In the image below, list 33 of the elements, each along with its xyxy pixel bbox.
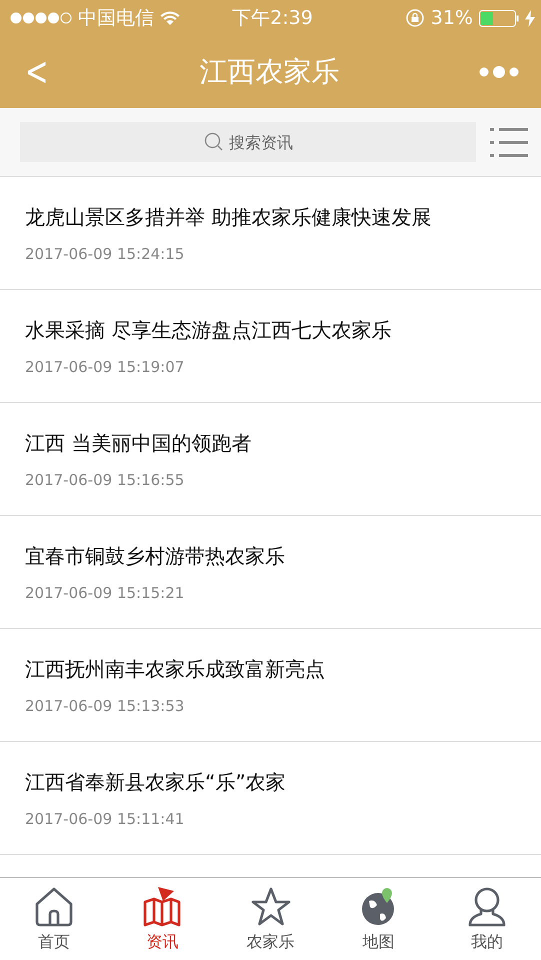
tab-label: 地图 (362, 932, 395, 952)
news-time: 2017-06-09 15:19:07 (25, 358, 186, 376)
news-item[interactable]: 江西抚州南丰农家乐成致富新亮点 2017-06-09 15:13:53 (0, 629, 541, 742)
news-item[interactable]: 江西 当美丽中国的领跑者 2017-06-09 15:16:55 (0, 403, 541, 516)
news-title: 水果采摘 尽享生态游盘点江西七大农家乐 (25, 316, 392, 344)
tab-item[interactable]: 我的 (432, 878, 541, 960)
tab-label: 我的 (470, 932, 503, 952)
tab-item[interactable]: 资讯 (108, 878, 216, 960)
news-item[interactable]: 宜春市铜鼓乡村游带热农家乐 2017-06-09 15:15:21 (0, 516, 541, 629)
tab-item[interactable]: 首页 (0, 878, 108, 960)
page-title: 江西农家乐 (199, 54, 340, 90)
news-item[interactable]: 龙虎山景区多措并举 助推农家乐健康快速发展 2017-06-09 15:24:15 (0, 177, 541, 290)
search-field[interactable]: 搜索资讯 (20, 122, 476, 162)
tab-item[interactable]: 地图 (324, 878, 433, 960)
news-title: 江西省奉新县农家乐“乐”农家 (25, 768, 287, 796)
news-item[interactable]: 水果采摘 尽享生态游盘点江西七大农家乐 2017-06-09 15:19:07 (0, 290, 541, 403)
news-title: 江西抚州南丰农家乐成致富新亮点 (25, 656, 326, 682)
news-item[interactable]: 江西省奉新县农家乐“乐”农家 2017-06-09 15:11:41 (0, 742, 541, 855)
tab-label: 首页 (38, 932, 70, 952)
battery-percent: 31% (430, 7, 473, 29)
news-title: 江西 当美丽中国的领跑者 (25, 430, 252, 456)
status-time: 下午2:39 (232, 6, 313, 31)
news-time: 2017-06-09 15:24:15 (25, 244, 186, 262)
news-time: 2017-06-09 15:16:55 (25, 470, 186, 488)
news-title: 龙虎山景区多措并举 助推农家乐健康快速发展 (25, 204, 432, 230)
news-time: 2017-06-09 15:11:41 (25, 810, 186, 828)
news-time: 2017-06-09 15:15:21 (25, 584, 186, 602)
news-time: 2017-06-09 15:13:53 (25, 696, 186, 714)
news-title: 宜春市铜鼓乡村游带热农家乐 (25, 542, 286, 570)
tab-label: 资讯 (146, 932, 178, 952)
tab-item[interactable]: 农家乐 (216, 878, 325, 960)
carrier-name: 中国电信 (78, 6, 154, 31)
tab-label: 农家乐 (246, 932, 294, 952)
